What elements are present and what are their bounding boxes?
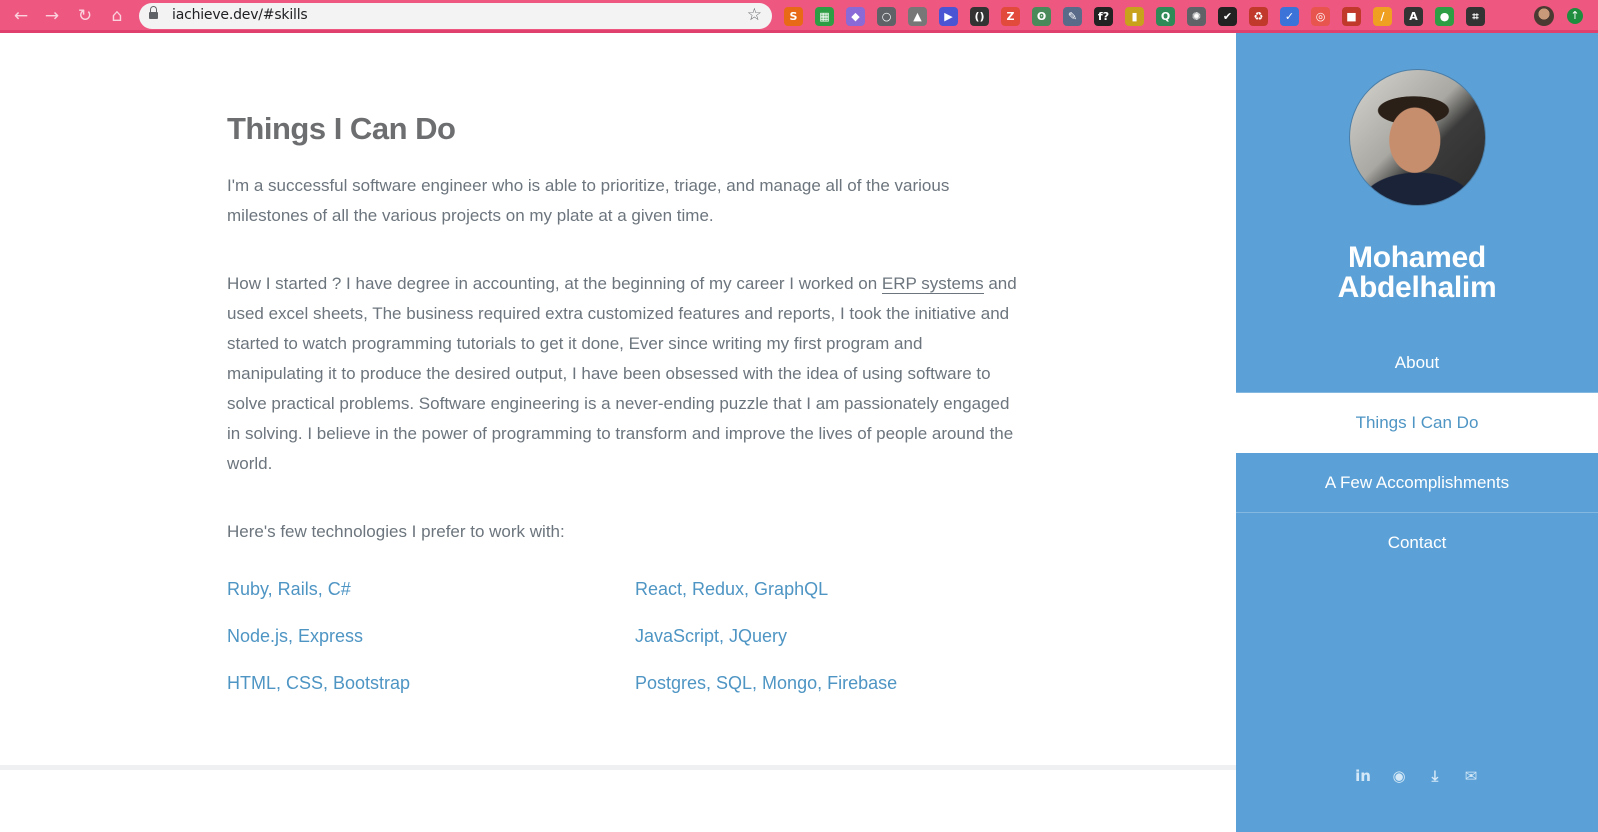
erp-systems-link[interactable]: ERP systems bbox=[881, 274, 984, 294]
home-button[interactable]: ⌂ bbox=[107, 6, 127, 26]
tech-item: Ruby, Rails, C# bbox=[227, 579, 351, 599]
sidebar-nav: About Things I Can Do A Few Accomplishme… bbox=[1236, 333, 1598, 573]
tech-item: JavaScript, JQuery bbox=[635, 626, 788, 646]
tech-item: Postgres, SQL, Mongo, Firebase bbox=[635, 673, 898, 693]
sidebar: Mohamed Abdelhalim About Things I Can Do… bbox=[1236, 33, 1598, 832]
update-icon[interactable]: ↑ bbox=[1567, 8, 1583, 24]
profile-avatar[interactable] bbox=[1534, 6, 1554, 26]
tech-item: React, Redux, GraphQL bbox=[635, 579, 829, 599]
technology-list: Ruby, Rails, C# React, Redux, GraphQL No… bbox=[227, 574, 1017, 698]
z-extension-icon[interactable]: Z bbox=[1001, 6, 1020, 26]
a-circle-extension-icon[interactable]: A bbox=[1404, 6, 1423, 26]
magnifier-extension-icon[interactable]: Q bbox=[1156, 6, 1175, 26]
printer-extension-icon[interactable]: ▦ bbox=[815, 6, 834, 26]
green-dot-extension-icon[interactable]: ● bbox=[1435, 6, 1454, 26]
browser-toolbar: ← → ↻ ⌂ iachieve.dev/#skills ☆ S ▦ ◆ ○ ▲ ▶ () Z… bbox=[0, 0, 1598, 33]
intro-paragraph: I'm a successful software engineer who i… bbox=[227, 176, 950, 225]
check-extension-icon[interactable]: ✔ bbox=[1218, 6, 1237, 26]
lock-icon bbox=[149, 6, 158, 21]
github-icon[interactable]: ◉ bbox=[1390, 767, 1408, 785]
address-bar[interactable]: iachieve.dev/#skills ☆ bbox=[139, 3, 772, 29]
resume-download-icon[interactable]: ⤓ bbox=[1426, 767, 1444, 785]
owner-last-name: Abdelhalim bbox=[1337, 271, 1497, 304]
back-button[interactable]: ← bbox=[11, 6, 31, 26]
story-text-before: How I started ? I have degree in account… bbox=[227, 274, 882, 293]
book-extension-icon[interactable]: ▮ bbox=[1125, 6, 1144, 26]
dropper-extension-icon[interactable]: ✎ bbox=[1063, 6, 1082, 26]
tech-item: Node.js, Express bbox=[227, 626, 364, 646]
owner-name: Mohamed Abdelhalim bbox=[1236, 243, 1598, 303]
linkedin-icon[interactable]: in bbox=[1354, 767, 1372, 785]
s-extension-icon[interactable]: S bbox=[784, 6, 803, 26]
play-extension-icon[interactable]: ▶ bbox=[939, 6, 958, 26]
triangle-extension-icon[interactable]: ▲ bbox=[908, 6, 927, 26]
shield-blue-extension-icon[interactable]: ✓ bbox=[1280, 6, 1299, 26]
main-content: Things I Can Do I'm a successful softwar… bbox=[0, 33, 1236, 832]
email-icon[interactable]: ✉ bbox=[1462, 767, 1480, 785]
nav-item-things-i-can-do[interactable]: Things I Can Do bbox=[1236, 393, 1598, 453]
section-heading: Things I Can Do bbox=[227, 111, 456, 146]
nav-item-accomplishments[interactable]: A Few Accomplishments bbox=[1236, 453, 1598, 513]
nav-item-about[interactable]: About bbox=[1236, 333, 1598, 393]
target-extension-icon[interactable]: ◎ bbox=[1311, 6, 1330, 26]
forward-button[interactable]: → bbox=[42, 6, 62, 26]
extensions-bar: S ▦ ◆ ○ ▲ ▶ () Zʘ ✎ f? ▮ Q ✺ ✔ ♻ ✓ ◎ ■ / A ● ⌗ bbox=[784, 6, 1485, 26]
tech-item: HTML, CSS, Bootstrap bbox=[227, 673, 411, 693]
react-extension-icon[interactable]: ✺ bbox=[1187, 6, 1206, 26]
story-paragraph: How I started ? I have degree in account… bbox=[227, 269, 1017, 479]
recycle-extension-icon[interactable]: ♻ bbox=[1249, 6, 1268, 26]
tech-intro: Here's few technologies I prefer to work… bbox=[227, 522, 565, 541]
nav-item-contact[interactable]: Contact bbox=[1236, 513, 1598, 573]
reload-button[interactable]: ↻ bbox=[75, 6, 95, 26]
owner-first-name: Mohamed bbox=[1348, 241, 1486, 274]
social-links: in ◉ ⤓ ✉ bbox=[1354, 767, 1480, 785]
shield-extension-icon[interactable]: ◆ bbox=[846, 6, 865, 26]
story-text-after: and used excel sheets, The business requ… bbox=[227, 274, 1017, 473]
brackets-extension-icon[interactable]: () bbox=[970, 6, 989, 26]
url-text[interactable]: iachieve.dev/#skills bbox=[172, 7, 308, 23]
circle-extension-icon[interactable]: ○ bbox=[877, 6, 896, 26]
bookmark-star-icon[interactable]: ☆ bbox=[747, 5, 762, 25]
section-divider bbox=[0, 765, 1236, 770]
crop-extension-icon[interactable]: ⌗ bbox=[1466, 6, 1485, 26]
ear-extension-icon[interactable]: ʘ bbox=[1032, 6, 1051, 26]
pen-extension-icon[interactable]: / bbox=[1373, 6, 1392, 26]
bookmark-extension-icon[interactable]: ■ bbox=[1342, 6, 1361, 26]
profile-photo bbox=[1349, 69, 1486, 206]
f-extension-icon[interactable]: f? bbox=[1094, 6, 1113, 26]
